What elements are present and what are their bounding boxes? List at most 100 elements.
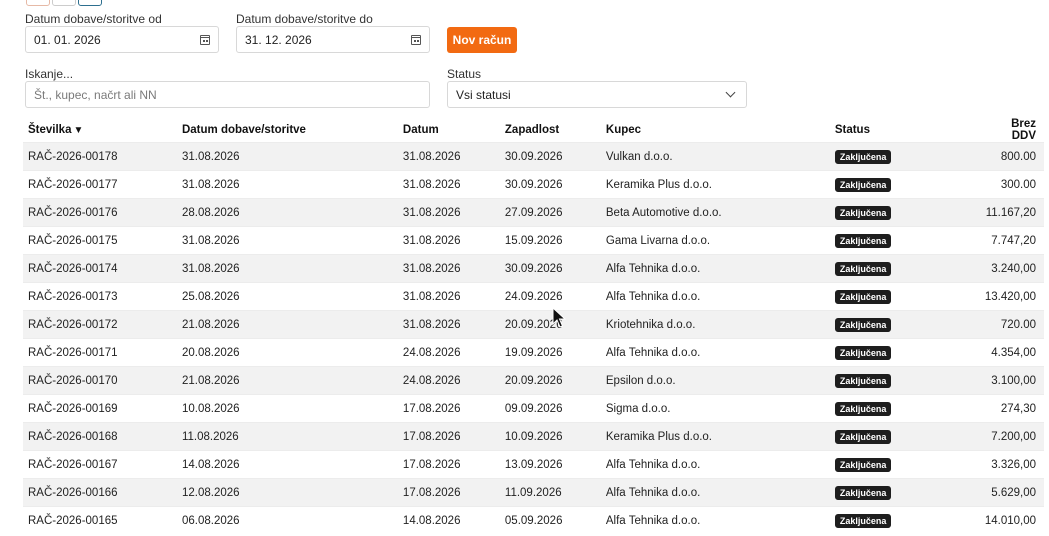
cell-supply-date: 06.08.2026 <box>176 506 398 534</box>
cell-date: 24.08.2026 <box>397 366 500 395</box>
cell-supply-date: 12.08.2026 <box>176 478 398 507</box>
date-from-input[interactable]: 01. 01. 2026 <box>25 26 219 53</box>
column-header-net-amount[interactable]: Brez DDV <box>980 118 1044 143</box>
column-header-date[interactable]: Datum <box>398 118 500 143</box>
cell-status: Zaključena <box>829 478 980 507</box>
cell-status: Zaključena <box>829 394 980 423</box>
table-row[interactable]: RAČ-2026-00172 21.08.2026 31.08.2026 20.09.… <box>23 310 1044 339</box>
table-row[interactable]: RAČ-2026-00178 31.08.2026 31.08.2026 30.09.… <box>23 142 1044 171</box>
status-label: Status <box>447 67 482 81</box>
status-badge: Zaključena <box>834 317 892 332</box>
status-badge: Zaključena <box>834 177 892 192</box>
table-row[interactable]: RAČ-2026-00173 25.08.2026 31.08.2026 24.09.… <box>23 282 1044 311</box>
cell-supply-date: 20.08.2026 <box>176 338 398 367</box>
search-placeholder: Št., kupec, načrt ali NN <box>34 87 157 102</box>
cell-status: Zaključena <box>829 310 980 339</box>
cell-due-date: 27.09.2026 <box>499 198 601 227</box>
cell-date: 31.08.2026 <box>397 254 500 283</box>
cell-status: Zaključena <box>829 254 980 283</box>
status-badge: Zaključena <box>834 205 892 220</box>
table-row[interactable]: RAČ-2026-00170 21.08.2026 24.08.2026 20.09.… <box>23 366 1044 395</box>
cell-status: Zaključena <box>829 282 980 311</box>
cell-number: RAČ-2026-00170 <box>23 366 177 395</box>
column-header-due-date[interactable]: Zapadlost <box>500 118 601 143</box>
cell-net-amount: 13.420,00 <box>979 282 1044 311</box>
cell-date: 17.08.2026 <box>397 450 500 479</box>
cell-due-date: 05.09.2026 <box>499 506 601 534</box>
cell-number: RAČ-2026-00177 <box>23 170 177 199</box>
search-label: Iskanje... <box>25 67 74 81</box>
cell-status: Zaključena <box>829 506 980 534</box>
status-badge: Zaključena <box>834 289 892 304</box>
column-header-customer[interactable]: Kupec <box>601 118 830 143</box>
cell-due-date: 24.09.2026 <box>499 282 601 311</box>
cell-customer: Keramika Plus d.o.o. <box>600 422 830 451</box>
cell-net-amount: 3.240,00 <box>979 254 1044 283</box>
cell-due-date: 19.09.2026 <box>499 338 601 367</box>
column-header-supply-date[interactable]: Datum dobave/storitve <box>177 118 398 143</box>
status-badge: Zaključena <box>834 149 892 164</box>
cell-due-date: 20.09.2026 <box>499 366 601 395</box>
cell-due-date: 13.09.2026 <box>499 450 601 479</box>
cell-due-date: 09.09.2026 <box>499 394 601 423</box>
table-row[interactable]: RAČ-2026-00176 28.08.2026 31.08.2026 27.09.… <box>23 198 1044 227</box>
cell-date: 31.08.2026 <box>397 226 500 255</box>
status-badge: Zaključena <box>834 513 892 528</box>
table-row[interactable]: RAČ-2026-00174 31.08.2026 31.08.2026 30.09.… <box>23 254 1044 283</box>
status-select[interactable]: Vsi statusi <box>447 81 747 108</box>
cell-due-date: 20.09.2026 <box>499 310 601 339</box>
cell-status: Zaključena <box>829 226 980 255</box>
table-row[interactable]: RAČ-2026-00165 06.08.2026 14.08.2026 05.09.… <box>23 506 1044 534</box>
status-badge: Zaključena <box>834 373 892 388</box>
cell-net-amount: 274,30 <box>979 394 1044 423</box>
cell-net-amount: 3.100,00 <box>979 366 1044 395</box>
cell-supply-date: 25.08.2026 <box>176 282 398 311</box>
calendar-icon[interactable] <box>411 34 421 45</box>
cell-customer: Beta Automotive d.o.o. <box>600 198 830 227</box>
cell-due-date: 15.09.2026 <box>499 226 601 255</box>
cell-date: 17.08.2026 <box>397 422 500 451</box>
cell-number: RAČ-2026-00169 <box>23 394 177 423</box>
mouse-cursor-icon <box>552 307 566 328</box>
cell-status: Zaključena <box>829 170 980 199</box>
cell-supply-date: 28.08.2026 <box>176 198 398 227</box>
column-header-number[interactable]: Številka ▼ <box>23 118 177 143</box>
table-row[interactable]: RAČ-2026-00171 20.08.2026 24.08.2026 19.09.… <box>23 338 1044 367</box>
date-to-value: 31. 12. 2026 <box>245 32 312 47</box>
cell-net-amount: 7.747,20 <box>979 226 1044 255</box>
calendar-icon[interactable] <box>200 34 210 45</box>
cell-net-amount: 7.200,00 <box>979 422 1044 451</box>
cell-number: RAČ-2026-00167 <box>23 450 177 479</box>
cell-supply-date: 31.08.2026 <box>176 226 398 255</box>
table-row[interactable]: RAČ-2026-00175 31.08.2026 31.08.2026 15.09.… <box>23 226 1044 255</box>
chevron-down-icon <box>725 87 736 98</box>
cell-supply-date: 21.08.2026 <box>176 310 398 339</box>
cell-customer: Alfa Tehnika d.o.o. <box>600 450 830 479</box>
cell-net-amount: 720.00 <box>979 310 1044 339</box>
status-badge: Zaključena <box>834 233 892 248</box>
cell-date: 14.08.2026 <box>397 506 500 534</box>
date-to-input[interactable]: 31. 12. 2026 <box>236 26 430 53</box>
table-header-row: Številka ▼ Datum dobave/storitve Datum Za… <box>23 118 1044 143</box>
table-row[interactable]: RAČ-2026-00166 12.08.2026 17.08.2026 11.09.… <box>23 478 1044 507</box>
toolbar-button-stub[interactable] <box>78 0 102 6</box>
cell-status: Zaključena <box>829 450 980 479</box>
table-row[interactable]: RAČ-2026-00177 31.08.2026 31.08.2026 30.09.… <box>23 170 1044 199</box>
column-header-status[interactable]: Status <box>830 118 980 143</box>
table-row[interactable]: RAČ-2026-00169 10.08.2026 17.08.2026 09.09.… <box>23 394 1044 423</box>
toolbar-button-stub[interactable] <box>52 0 76 6</box>
cell-number: RAČ-2026-00176 <box>23 198 177 227</box>
table-row[interactable]: RAČ-2026-00168 11.08.2026 17.08.2026 10.09.… <box>23 422 1044 451</box>
cell-status: Zaključena <box>829 338 980 367</box>
search-input[interactable]: Št., kupec, načrt ali NN <box>25 81 430 108</box>
cell-status: Zaključena <box>829 198 980 227</box>
cell-due-date: 30.09.2026 <box>499 254 601 283</box>
status-badge: Zaključena <box>834 345 892 360</box>
new-invoice-button[interactable]: Nov račun <box>447 27 517 53</box>
status-badge: Zaključena <box>834 457 892 472</box>
cell-number: RAČ-2026-00175 <box>23 226 177 255</box>
cell-date: 31.08.2026 <box>397 310 500 339</box>
cell-number: RAČ-2026-00171 <box>23 338 177 367</box>
table-row[interactable]: RAČ-2026-00167 14.08.2026 17.08.2026 13.09.… <box>23 450 1044 479</box>
toolbar-button-stub[interactable] <box>26 0 50 6</box>
